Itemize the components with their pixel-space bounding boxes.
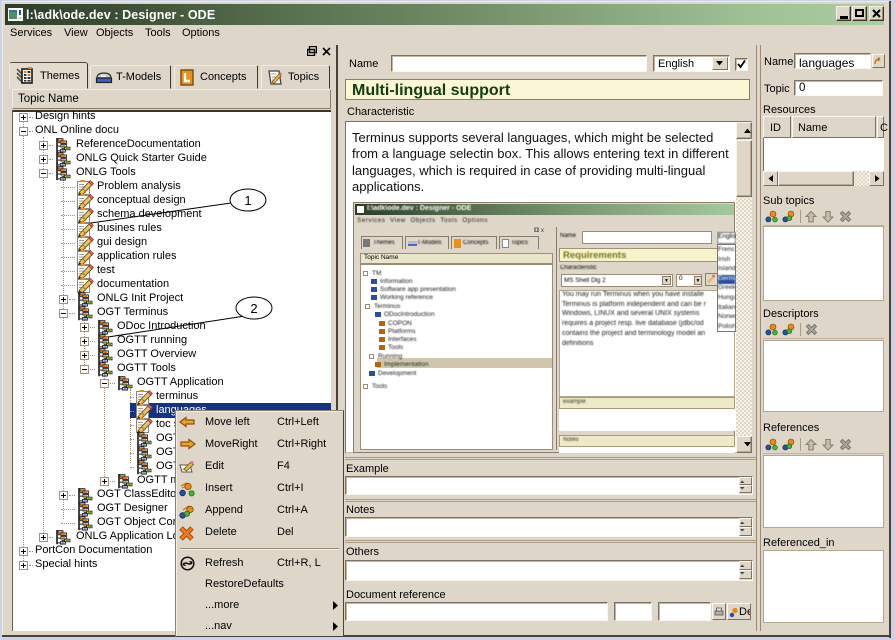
svg-text:1: 1	[244, 193, 251, 208]
svg-text:2: 2	[250, 301, 257, 316]
